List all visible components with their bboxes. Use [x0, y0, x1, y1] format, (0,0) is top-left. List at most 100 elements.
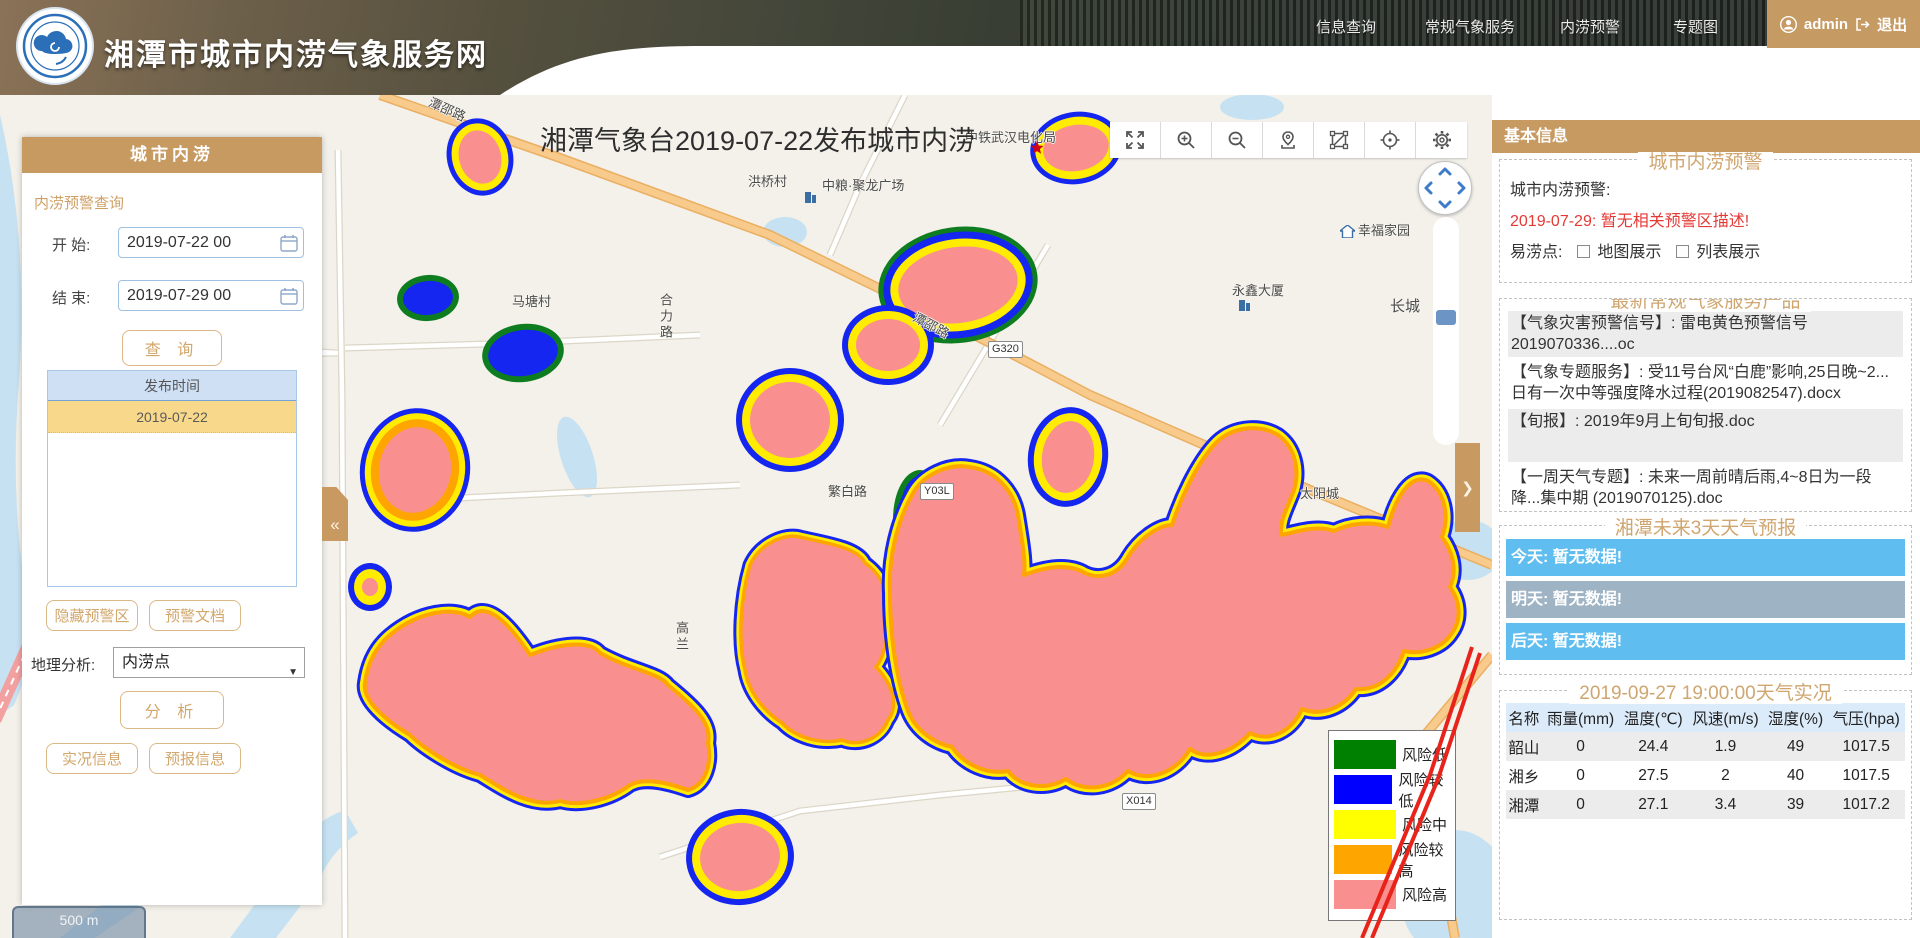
- map-scrollbar[interactable]: [1433, 217, 1459, 445]
- start-date-label: 开 始:: [52, 234, 90, 255]
- legend-item: 风险较高: [1334, 842, 1455, 877]
- legend-label: 风险较高: [1398, 839, 1455, 881]
- table-row: 韶山 0 24.4 1.9 49 1017.5: [1506, 732, 1905, 761]
- analyze-button[interactable]: 分 析: [120, 691, 224, 729]
- hide-warning-zone-button[interactable]: 隐藏预警区: [46, 600, 138, 631]
- user-icon: [1780, 16, 1797, 33]
- cell: 1017.5: [1827, 732, 1905, 761]
- start-date-input[interactable]: [118, 227, 304, 258]
- zoom-in-icon: [1176, 130, 1196, 150]
- flood-points-row: 易涝点: 地图展示 列表展示: [1510, 238, 1901, 262]
- fullscreen-button[interactable]: [1110, 122, 1161, 158]
- chevron-right-icon: ❯: [1461, 479, 1474, 497]
- draw-polygon-button[interactable]: [1314, 122, 1365, 158]
- building-icon: [1238, 297, 1250, 311]
- forecast-row-today: 今天: 暂无数据!: [1506, 539, 1905, 576]
- polygon-icon: [1329, 130, 1349, 150]
- result-list-header: 发布时间: [48, 371, 296, 401]
- logout-icon: [1855, 17, 1870, 32]
- logout-button[interactable]: 退出: [1877, 14, 1907, 35]
- cell: 0: [1542, 790, 1620, 819]
- map-label-gaolan: 高兰: [672, 621, 691, 653]
- cell: 3.4: [1687, 790, 1764, 819]
- star-icon: [1030, 141, 1044, 155]
- table-row: 湘乡 0 27.5 2 40 1017.5: [1506, 761, 1905, 790]
- cell: 1.9: [1687, 732, 1764, 761]
- cell: 韶山: [1506, 732, 1542, 761]
- result-list: 发布时间 2019-07-22: [47, 370, 297, 587]
- center-target-button[interactable]: [1365, 122, 1416, 158]
- zoom-in-button[interactable]: [1161, 122, 1212, 158]
- product-link[interactable]: 【一周天气专题】: 未来一周前晴后雨,4~8日为一段降...集中期 (20190…: [1508, 465, 1903, 511]
- road-shield-g320: G320: [988, 341, 1023, 358]
- products-section: 最新常规气象服务产品 【气象灾害预警信号】: 雷电黄色预警信号201907033…: [1499, 298, 1912, 512]
- road-shield-y03l: Y03L: [920, 483, 954, 500]
- warning-section-legend: 城市内涝预警: [1638, 152, 1772, 173]
- map-display-checkbox[interactable]: [1577, 245, 1590, 258]
- fullscreen-icon: [1125, 130, 1145, 150]
- legend-label: 风险较低: [1398, 769, 1455, 811]
- right-panel-toggle[interactable]: ❯: [1455, 443, 1480, 532]
- products-section-legend: 最新常规气象服务产品: [1600, 298, 1810, 312]
- site-title: 湘潭市城市内涝气象服务网: [104, 30, 488, 74]
- live-info-button[interactable]: 实况信息: [46, 743, 138, 774]
- map-risk-legend: 风险低 风险较低 风险中 风险较高 风险高: [1328, 730, 1456, 921]
- live-weather-legend: 2019-09-27 19:00:00天气实况: [1569, 683, 1841, 704]
- legend-swatch: [1334, 845, 1392, 874]
- geo-analysis-select[interactable]: 内涝点 ▼: [113, 647, 305, 678]
- nav-info-query[interactable]: 信息查询: [1316, 16, 1376, 37]
- location-pin-icon: [1278, 130, 1298, 150]
- scale-label: 500 m: [60, 912, 99, 928]
- zoom-out-icon: [1227, 130, 1247, 150]
- product-link[interactable]: 【气象专题服务】: 受11号台风“白鹿”影响,25日晚~2...日有一次中等强度…: [1508, 360, 1903, 406]
- locate-marker-button[interactable]: [1263, 122, 1314, 158]
- cell: 湘潭: [1506, 790, 1542, 819]
- list-display-label: 列表展示: [1696, 244, 1760, 261]
- map-display-label: 地图展示: [1597, 244, 1661, 261]
- settings-button[interactable]: [1416, 122, 1467, 158]
- live-weather-section: 2019-09-27 19:00:00天气实况 名称 雨量(mm) 温度(℃) …: [1499, 690, 1912, 920]
- end-date-input[interactable]: [118, 280, 304, 311]
- result-row[interactable]: 2019-07-22: [48, 401, 296, 433]
- forecast-section: 湘潭未来3天天气预报 今天: 暂无数据! 明天: 暂无数据! 后天: 暂无数据!: [1499, 525, 1912, 675]
- col-header: 雨量(mm): [1542, 703, 1620, 732]
- table-header-row: 名称 雨量(mm) 温度(℃) 风速(m/s) 湿度(%) 气压(hpa): [1506, 703, 1905, 732]
- forecast-info-button[interactable]: 预报信息: [149, 743, 241, 774]
- zoom-out-button[interactable]: [1212, 122, 1263, 158]
- geo-analysis-label: 地理分析:: [31, 654, 95, 675]
- cell: 27.1: [1619, 790, 1687, 819]
- calendar-icon[interactable]: [280, 287, 298, 305]
- target-icon: [1380, 130, 1400, 150]
- cell: 27.5: [1619, 761, 1687, 790]
- legend-swatch: [1334, 880, 1396, 909]
- product-link[interactable]: 【旬报】: 2019年9月上旬旬报.doc: [1508, 409, 1903, 462]
- live-weather-table: 名称 雨量(mm) 温度(℃) 风速(m/s) 湿度(%) 气压(hpa) 韶山…: [1506, 703, 1905, 819]
- cell: 39: [1764, 790, 1828, 819]
- username: admin: [1804, 16, 1848, 33]
- nav-thematic-map[interactable]: 专题图: [1673, 16, 1718, 37]
- product-link[interactable]: 【气象灾害预警信号】: 雷电黄色预警信号2019070336....oc: [1508, 311, 1903, 357]
- legend-item: 风险低: [1334, 737, 1455, 772]
- list-display-checkbox[interactable]: [1676, 245, 1689, 258]
- warning-document-button[interactable]: 预警文档: [149, 600, 241, 631]
- cell: 0: [1542, 732, 1620, 761]
- map-pan-control[interactable]: [1418, 161, 1472, 215]
- map-label-matang: 马塘村: [512, 291, 551, 310]
- gear-icon: [1432, 130, 1452, 150]
- nav-regular-weather-service[interactable]: 常规气象服务: [1425, 16, 1515, 37]
- cell: 1017.2: [1827, 790, 1905, 819]
- start-date-row: 开 始:: [22, 227, 322, 259]
- site-logo: [16, 7, 94, 85]
- forecast-row-tomorrow: 明天: 暂无数据!: [1506, 581, 1905, 618]
- query-button[interactable]: 查 询: [122, 330, 222, 366]
- calendar-icon[interactable]: [280, 234, 298, 252]
- user-menu[interactable]: admin 退出: [1767, 0, 1920, 48]
- pan-arrows-icon: [1419, 162, 1471, 214]
- nav-waterlogging-warning[interactable]: 内涝预警: [1560, 16, 1620, 37]
- end-date-row: 结 束:: [22, 280, 322, 312]
- table-row: 湘潭 0 27.1 3.4 39 1017.2: [1506, 790, 1905, 819]
- cell: 0: [1542, 761, 1620, 790]
- legend-label: 风险低: [1402, 744, 1447, 765]
- scrollbar-thumb[interactable]: [1436, 310, 1456, 325]
- cell: 24.4: [1619, 732, 1687, 761]
